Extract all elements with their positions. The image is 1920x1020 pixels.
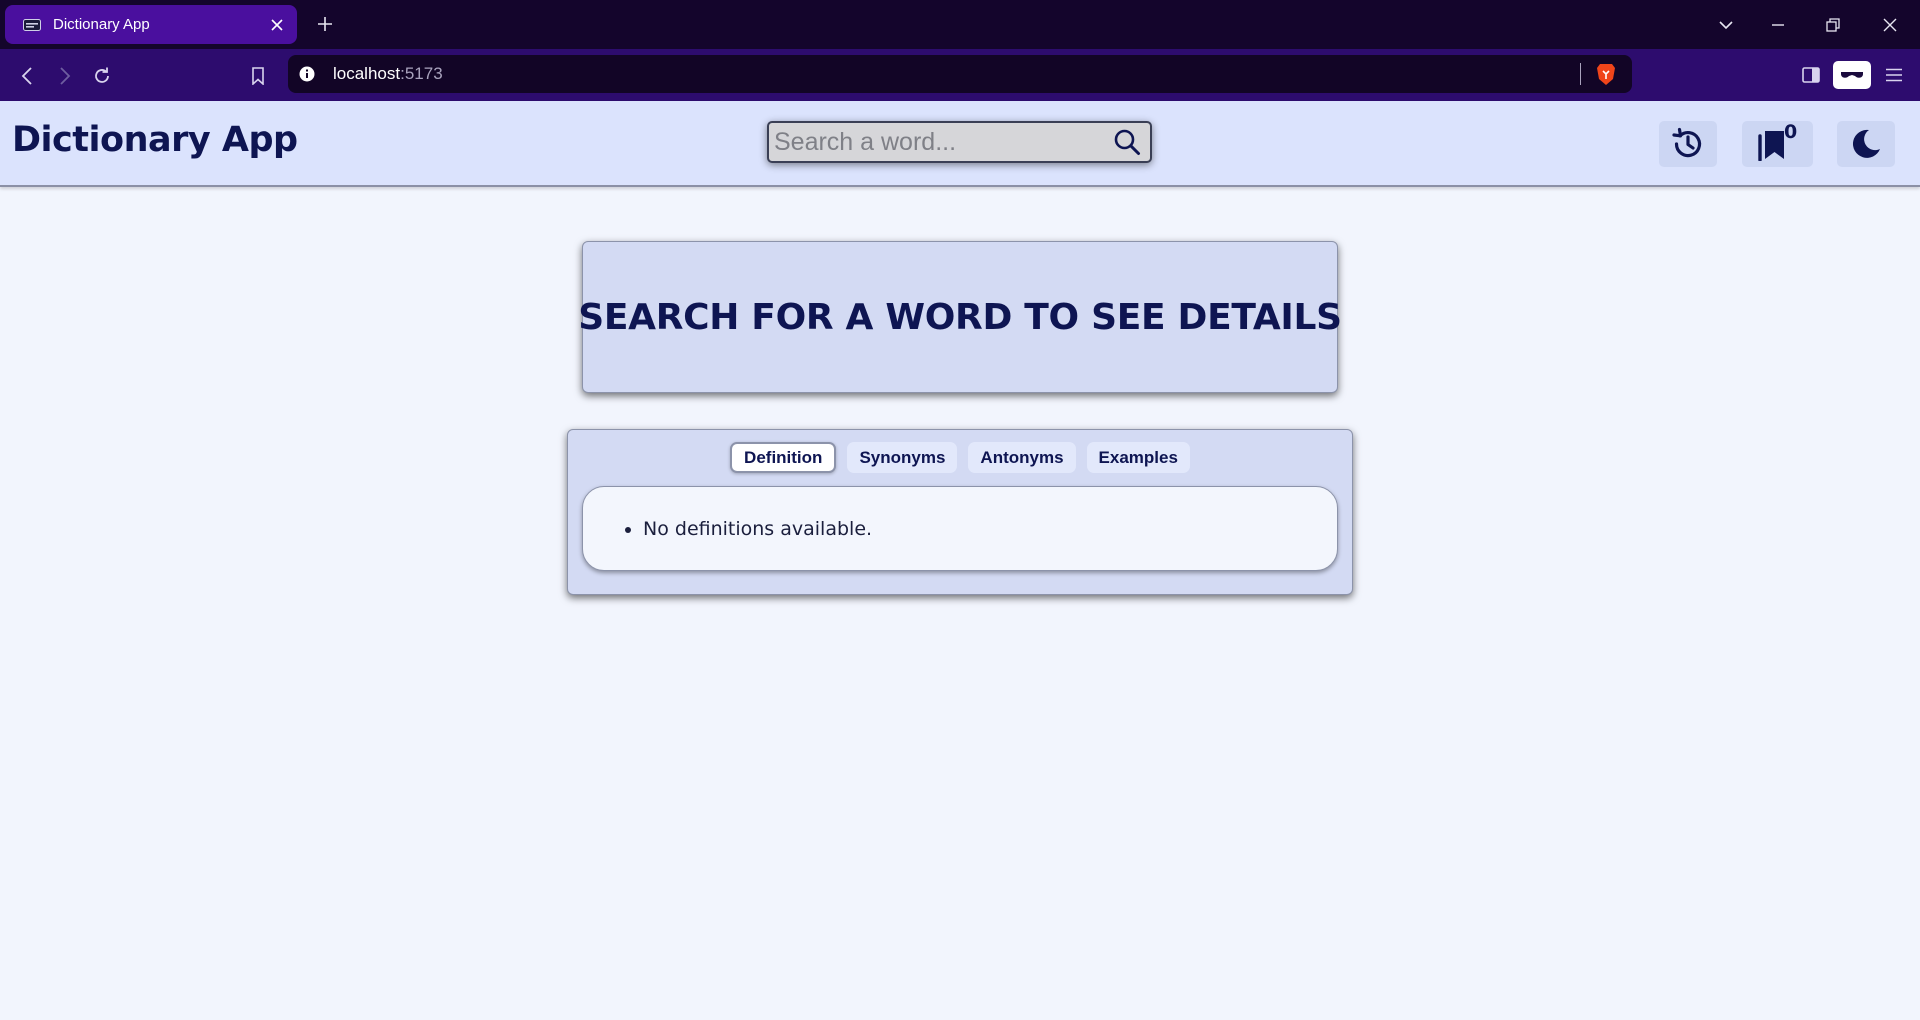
search-icon[interactable] (1104, 123, 1150, 161)
browser-tab-strip: Dictionary App (0, 0, 1920, 49)
word-details-card: SEARCH FOR A WORD TO SEE DETAILS (578, 241, 1342, 393)
details-heading: SEARCH FOR A WORD TO SEE DETAILS (578, 296, 1342, 338)
close-tab-icon[interactable] (263, 11, 291, 39)
bookmark-count-badge: 0 (1784, 121, 1798, 143)
menu-icon[interactable] (1880, 61, 1908, 89)
browser-tab-title: Dictionary App (53, 16, 150, 33)
new-tab-icon[interactable] (312, 11, 338, 37)
back-icon[interactable] (12, 61, 42, 91)
brave-shields-icon[interactable] (1595, 62, 1617, 86)
app-header: Dictionary App 0 (0, 101, 1920, 187)
definition-list: No definitions available. (583, 518, 872, 540)
tab-synonyms[interactable]: Synonyms (847, 442, 958, 473)
tab-antonyms[interactable]: Antonyms (968, 442, 1076, 473)
info-tab-bar: Definition Synonyms Antonyms Examples (568, 442, 1352, 473)
browser-toolbar: localhost:5173 (0, 49, 1920, 101)
address-bar[interactable]: localhost:5173 (288, 55, 1632, 93)
favicon-icon (21, 16, 43, 34)
history-icon (1670, 126, 1706, 162)
bookmark-page-icon[interactable] (243, 61, 273, 91)
sidebar-toggle-icon[interactable] (1797, 61, 1825, 89)
close-window-icon[interactable] (1875, 10, 1905, 40)
minimize-icon[interactable] (1763, 10, 1793, 40)
leo-glasses-icon[interactable] (1833, 61, 1871, 89)
address-divider (1580, 63, 1581, 85)
reload-icon[interactable] (87, 61, 117, 91)
bookmarks-button[interactable]: 0 (1742, 121, 1813, 167)
tab-content-panel: No definitions available. (582, 486, 1338, 571)
tab-definition[interactable]: Definition (730, 442, 837, 473)
moon-icon (1849, 127, 1883, 161)
tab-search-chevron-icon[interactable] (1711, 10, 1741, 40)
bookmarks-icon (1756, 127, 1788, 161)
site-info-icon[interactable] (298, 65, 316, 83)
forward-icon[interactable] (50, 61, 80, 91)
search-input[interactable] (769, 123, 1104, 161)
url-host: localhost (333, 64, 401, 83)
theme-toggle-button[interactable] (1837, 121, 1895, 167)
restore-icon[interactable] (1818, 10, 1848, 40)
url-port: :5173 (400, 64, 443, 83)
list-item: No definitions available. (643, 518, 872, 540)
history-button[interactable] (1659, 121, 1717, 167)
url-text: localhost:5173 (333, 64, 1580, 84)
browser-tab[interactable]: Dictionary App (5, 5, 297, 44)
search-bar (767, 121, 1152, 163)
tab-examples[interactable]: Examples (1086, 442, 1190, 473)
word-info-panel: Definition Synonyms Antonyms Examples No… (567, 429, 1353, 595)
app-title: Dictionary App (12, 120, 298, 160)
